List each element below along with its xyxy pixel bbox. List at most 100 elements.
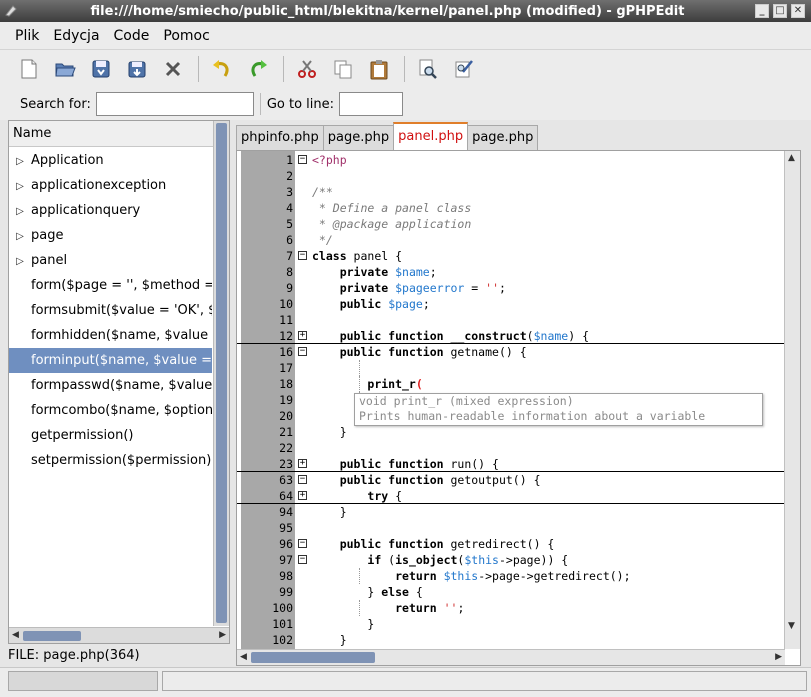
scroll-left-icon[interactable]: ◀ [240,652,247,662]
editor-hscroll-thumb[interactable] [251,652,375,663]
scroll-right-icon[interactable]: ▶ [775,652,782,662]
find-button[interactable] [413,54,443,84]
minimize-button[interactable]: _ [755,4,769,18]
tree-class-item[interactable]: ▷ panel [9,248,212,273]
scroll-right-icon[interactable]: ▶ [219,630,226,640]
code-line[interactable]: 99 } else { [237,584,785,600]
scroll-up-icon[interactable]: ▲ [788,153,795,163]
code-line[interactable]: 10 public $page; [237,296,785,312]
copy-button[interactable] [328,54,358,84]
search-input[interactable] [95,92,254,116]
editor-horizontal-scrollbar[interactable]: ◀ ▶ [237,649,785,665]
tab-page-2[interactable]: page.php [467,125,539,150]
tree-function-item[interactable]: formpasswd($name, $value = '') [9,373,212,398]
code-line[interactable]: 102 } [237,632,785,648]
code-line[interactable]: 4 * Define a panel class [237,200,785,216]
expander-triangle-icon[interactable]: ▷ [9,224,31,248]
fold-collapse-icon[interactable]: − [298,251,307,260]
code-line[interactable]: 17 [237,360,785,376]
tree-class-item[interactable]: ▷ Application [9,148,212,173]
code-line[interactable]: 23 + public function run() { [237,456,785,472]
save-as-button[interactable] [122,54,152,84]
editor-vertical-scrollbar[interactable]: ▲ ▼ [784,151,800,649]
tree-function-item[interactable]: form($page = '', $method = 'POST') [9,273,212,298]
tree-function-item[interactable]: formsubmit($value = 'OK', $name) [9,298,212,323]
code-line[interactable]: 2 [237,168,785,184]
code-line[interactable]: 98 return $this->page->getredirect(); [237,568,785,584]
tree-vertical-scrollbar[interactable] [213,121,229,626]
code-line[interactable]: 12 + public function __construct($name) { [237,328,785,344]
code-line[interactable]: 3 /** [237,184,785,200]
code-line[interactable]: 18 print_r( [237,376,785,392]
code-line[interactable]: 64 + try { [237,488,785,504]
cut-button[interactable] [292,54,322,84]
code-line[interactable]: 63− public function getoutput() { [237,472,785,488]
code-line[interactable]: 16− public function getname() { [237,344,785,360]
menu-plik[interactable]: Plik [8,28,46,44]
fold-collapse-icon[interactable]: − [298,155,307,164]
scroll-down-icon[interactable]: ▼ [788,621,795,631]
code-line[interactable]: 100 return ''; [237,600,785,616]
tab-phpinfo[interactable]: phpinfo.php [236,125,324,150]
save-button[interactable] [86,54,116,84]
tree-function-item[interactable]: forminput($name, $value = '') [9,348,212,373]
fold-collapse-icon[interactable]: − [298,475,307,484]
tab-page[interactable]: page.php [322,125,395,150]
tree-horizontal-scrollbar[interactable]: ◀ ▶ [9,627,229,643]
tree-class-item[interactable]: ▷ page [9,223,212,248]
tree-function-item[interactable]: getpermission() [9,423,212,448]
code-line[interactable]: 11 [237,312,785,328]
expander-triangle-icon[interactable]: ▷ [9,174,31,198]
redo-button[interactable] [243,54,273,84]
line-number: 101 [272,617,293,631]
undo-button[interactable] [207,54,237,84]
code-text: } else { [312,585,423,599]
tree-function-item[interactable]: formcombo($name, $options) [9,398,212,423]
code-line[interactable]: 94 } [237,504,785,520]
expander-triangle-icon[interactable]: ▷ [9,249,31,273]
code-line[interactable]: 9 private $pageerror = ''; [237,280,785,296]
close-window-button[interactable]: ✕ [791,4,805,18]
tree-class-item[interactable]: ▷ applicationexception [9,173,212,198]
code-line[interactable]: 7− class panel { [237,248,785,264]
menu-pomoc[interactable]: Pomoc [156,28,216,44]
goto-line-input[interactable] [339,92,404,116]
code-line[interactable]: 6 */ [237,232,785,248]
code-line[interactable]: 22 [237,440,785,456]
fold-collapse-icon[interactable]: − [298,555,307,564]
open-file-button[interactable] [50,54,80,84]
tree-hscroll-thumb[interactable] [23,631,81,641]
replace-button[interactable] [449,54,479,84]
menu-code[interactable]: Code [107,28,157,44]
tab-panel[interactable]: panel.php [393,122,469,150]
expander-triangle-icon[interactable]: ▷ [9,149,31,173]
code-line[interactable]: 101 } [237,616,785,632]
tree-function-item[interactable]: setpermission($permission) [9,448,212,473]
tree-class-item[interactable]: ▷ applicationquery [9,198,212,223]
app-icon[interactable] [2,2,20,20]
code-line[interactable]: 5 * @package application [237,216,785,232]
menu-edycja[interactable]: Edycja [46,28,106,44]
code-line[interactable]: 95 [237,520,785,536]
maximize-button[interactable]: □ [773,4,787,18]
code-line[interactable]: 96− public function getredirect() { [237,536,785,552]
fold-expand-icon[interactable]: + [298,491,307,500]
code-line[interactable]: 97− if (is_object($this->page)) { [237,552,785,568]
tree-function-item[interactable]: formhidden($name, $value = '') [9,323,212,348]
fold-expand-icon[interactable]: + [298,331,307,340]
fold-expand-icon[interactable]: + [298,459,307,468]
fold-collapse-icon[interactable]: − [298,539,307,548]
paste-button[interactable] [364,54,394,84]
tree-header[interactable]: Name [9,121,213,147]
scroll-left-icon[interactable]: ◀ [12,630,19,640]
line-number: 94 [279,505,293,519]
code-line[interactable]: 1− <?php [237,152,785,168]
code-line[interactable]: 8 private $name; [237,264,785,280]
code-line[interactable]: 21 } [237,424,785,440]
close-file-button[interactable] [158,54,188,84]
undo-icon [213,60,229,77]
fold-collapse-icon[interactable]: − [298,347,307,356]
expander-triangle-icon[interactable]: ▷ [9,199,31,223]
tree-vscroll-thumb[interactable] [216,123,227,623]
new-file-button[interactable] [14,54,44,84]
